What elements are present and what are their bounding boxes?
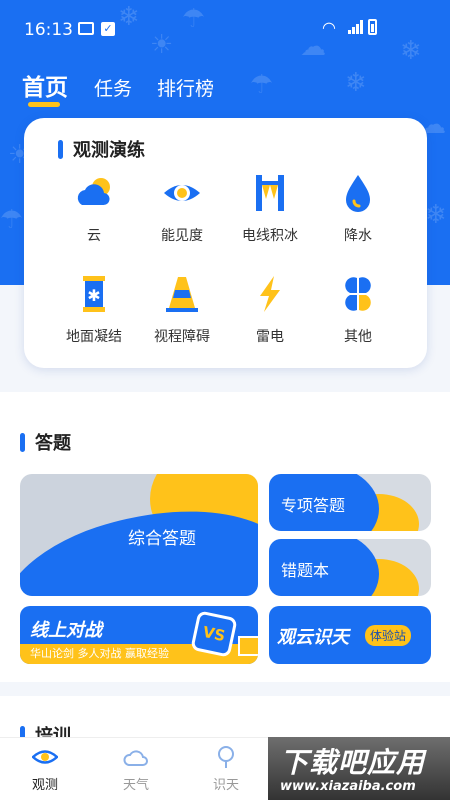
battery-icon — [368, 19, 377, 35]
special-quiz-card[interactable]: 专项答题 — [269, 474, 431, 531]
signal-icon — [348, 20, 364, 34]
nav-item-weather[interactable]: 天气 — [106, 744, 166, 793]
observation-title-text: 观测演练 — [73, 140, 145, 161]
leaf-nav-icon — [213, 744, 239, 770]
svg-text:✱: ✱ — [87, 286, 100, 305]
tab-home[interactable]: 首页 — [22, 68, 68, 102]
lightning-icon — [250, 274, 290, 314]
nav-item-identify[interactable]: 识天 — [196, 744, 256, 793]
image-notification-icon — [78, 22, 94, 35]
cloud-nav-icon — [123, 744, 149, 770]
grid-item-thunder-lightning[interactable]: 雷电 — [225, 274, 315, 346]
wrong-book-card[interactable]: 错题本 — [269, 539, 431, 596]
grid-item-other[interactable]: 其他 — [313, 274, 403, 346]
wrong-book-label: 错题本 — [281, 561, 330, 580]
comprehensive-quiz-label: 综合答题 — [128, 529, 196, 549]
grid-item-visibility[interactable]: 能见度 — [137, 173, 227, 245]
gift-icon — [238, 636, 258, 656]
vs-badge-icon: VS — [190, 610, 238, 658]
observation-card: 观测演练 云 能见度 电线积冰 降水 ✱ 地面凝结 视程障碍 雷电 其他 — [24, 118, 427, 368]
grid-item-ground-condensation[interactable]: ✱ 地面凝结 — [49, 274, 139, 346]
grid-item-precipitation[interactable]: 降水 — [313, 173, 403, 245]
eye-icon — [162, 173, 202, 213]
traffic-cone-icon — [162, 274, 202, 314]
watermark-title: 下载吧应用 — [280, 746, 426, 779]
watermark-url: www.xiazaiba.com — [280, 779, 416, 794]
nav-label: 识天 — [212, 778, 239, 793]
grid-item-label: 能见度 — [161, 228, 203, 244]
online-battle-subtitle: 华山论剑 多人对战 赢取经验 — [30, 647, 169, 660]
grid-item-label: 降水 — [344, 228, 372, 244]
water-drop-icon — [338, 173, 378, 213]
nav-label: 观测 — [31, 778, 58, 793]
online-battle-card[interactable]: 线上对战 华山论剑 多人对战 赢取经验 VS — [20, 606, 258, 664]
identify-sky-card[interactable]: 观云识天 体验站 — [269, 606, 431, 664]
tab-tasks[interactable]: 任务 — [94, 74, 132, 101]
section-bar — [20, 432, 25, 452]
nav-item-observe[interactable]: 观测 — [15, 744, 75, 793]
comprehensive-quiz-card[interactable]: 综合答题 — [20, 474, 258, 596]
power-line-ice-icon — [250, 173, 290, 213]
grid-item-power-line-ice[interactable]: 电线积冰 — [225, 173, 315, 245]
grid-item-label: 其他 — [344, 329, 372, 345]
cloud-sun-icon — [74, 173, 114, 213]
active-tab-indicator — [28, 102, 60, 107]
answer-section-title: 答题 — [20, 429, 71, 455]
observation-section-title: 观测演练 — [58, 136, 145, 162]
grid-item-visual-obstruction[interactable]: 视程障碍 — [137, 274, 227, 346]
experience-badge: 体验站 — [365, 625, 412, 646]
grid-item-label: 雷电 — [256, 329, 284, 345]
grid-item-label: 云 — [87, 228, 101, 244]
watermark-logo: 下载吧应用 www.xiazaiba.com — [268, 737, 450, 800]
grid-item-label: 电线积冰 — [242, 228, 298, 244]
nav-label: 天气 — [122, 778, 149, 793]
special-quiz-label: 专项答题 — [281, 496, 346, 515]
wifi-icon: ◠ — [322, 18, 336, 37]
rain-decoration-icon: ☂ — [0, 205, 24, 235]
tab-leaderboard[interactable]: 排行榜 — [157, 74, 214, 101]
online-battle-title: 线上对战 — [30, 620, 102, 641]
snowflake-decoration-icon: ❄ — [425, 200, 447, 230]
four-leaf-icon — [338, 274, 378, 314]
rain-decoration-icon: ☂ — [250, 70, 274, 100]
check-notification-icon: ✓ — [101, 22, 115, 36]
eye-nav-icon — [31, 744, 59, 770]
grid-item-label: 视程障碍 — [154, 329, 210, 345]
identify-sky-title: 观云识天 — [277, 627, 349, 648]
answer-title-text: 答题 — [35, 433, 71, 454]
snowflake-decoration-icon: ❄ — [345, 68, 367, 98]
snowflake-icon: ✱ — [74, 274, 114, 314]
grid-item-cloud[interactable]: 云 — [49, 173, 139, 245]
status-time: 16:13 — [24, 20, 73, 40]
grid-item-label: 地面凝结 — [66, 329, 122, 345]
section-bar — [58, 139, 63, 159]
status-bar: 16:13 ✓ ◠ — [0, 0, 450, 58]
